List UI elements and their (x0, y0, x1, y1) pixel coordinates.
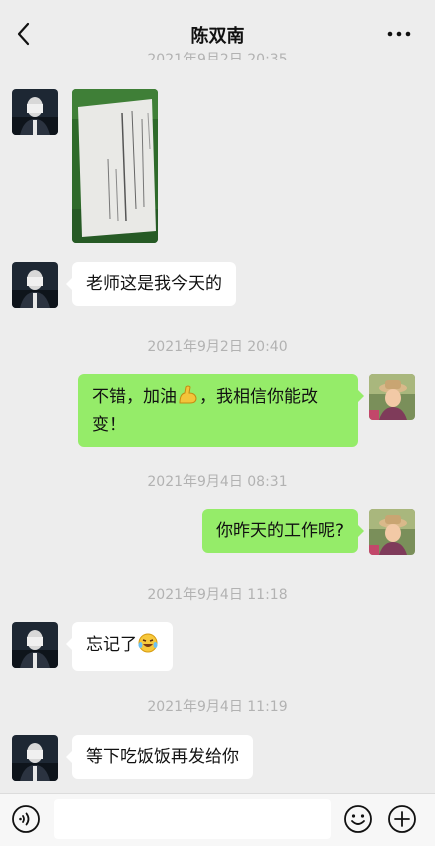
voice-icon (12, 805, 40, 833)
my-avatar[interactable] (369, 374, 415, 420)
contact-avatar[interactable] (12, 89, 58, 135)
contact-avatar[interactable] (12, 735, 58, 781)
plus-button[interactable] (387, 804, 417, 834)
message-input[interactable] (54, 799, 331, 839)
voice-button[interactable] (11, 804, 41, 834)
message-bubble-received[interactable]: 等下吃饭饭再发给你 (66, 735, 253, 779)
timestamp: 2021年9月4日 11:19 (147, 699, 288, 715)
message-bubble-sent[interactable]: 不错，加油 ，我相信你能改变！ (78, 374, 364, 447)
contact-avatar[interactable] (12, 622, 58, 668)
plus-icon (388, 805, 416, 833)
contact-avatar[interactable] (12, 262, 58, 308)
message-bubble-sent[interactable]: 你昨天的工作呢? (201, 509, 365, 553)
timestamp: 2021年9月4日 11:18 (147, 587, 288, 603)
timestamp: 2021年9月4日 08:31 (147, 474, 288, 490)
my-avatar[interactable] (369, 509, 415, 555)
flexed-biceps-emoji-icon (177, 384, 199, 413)
emoji-button[interactable] (343, 804, 373, 834)
message-bubble-received[interactable]: 忘记了 (66, 622, 173, 671)
timestamp: 2021年9月2日 20:40 (147, 339, 288, 355)
laughing-tears-emoji-icon (137, 632, 159, 661)
chat-title: 陈双南 (190, 26, 245, 47)
emoji-icon (344, 805, 372, 833)
message-text: 忘记了 (86, 635, 137, 655)
chat-area: 2021年9月2日 20:35 (0, 0, 435, 845)
more-dots-icon (387, 31, 411, 37)
message-text: 等下吃饭饭再发给你 (86, 747, 239, 767)
message-text: 你昨天的工作呢? (215, 521, 344, 541)
message-text-part1: 不错，加油 (92, 387, 177, 407)
message-text: 老师这是我今天的 (86, 274, 222, 294)
input-bar (0, 793, 435, 846)
shared-photo[interactable] (72, 89, 158, 243)
more-options-button[interactable] (385, 26, 413, 42)
message-bubble-received[interactable]: 老师这是我今天的 (66, 262, 236, 306)
